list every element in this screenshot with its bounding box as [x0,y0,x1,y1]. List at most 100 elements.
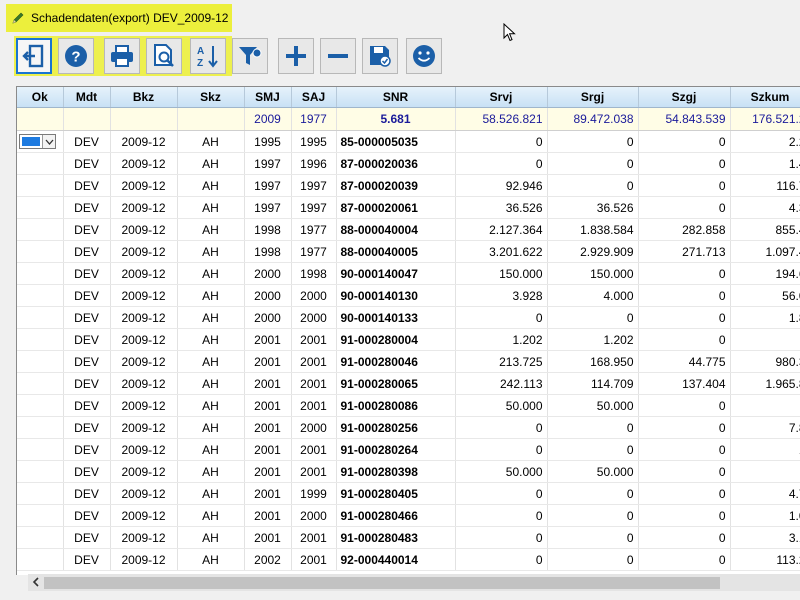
cell-smj[interactable]: 2001 [244,372,292,395]
table-row[interactable]: DEV 2009-12 AH 2000 1998 90-000140047 150.000 1… [17,262,800,285]
cell-skz[interactable]: AH [177,548,245,571]
help-button[interactable]: ? [58,38,94,74]
cell-szkum[interactable]: 116.7 [730,174,800,197]
table-row[interactable]: DEV2009-12AH2001200191-0002802640001 [17,438,800,461]
cell-mdt[interactable]: DEV [63,262,111,285]
cell-szkum[interactable]: 1.097.4 [730,240,800,263]
cell-szkum[interactable]: 1.8 [730,306,800,329]
cell-snr[interactable]: 91-000280046 [336,350,456,373]
cell-srvj[interactable]: 0 [455,130,548,153]
cell-srgj[interactable]: 150.000 [547,262,639,285]
ok-cell[interactable] [17,372,64,395]
column-header-saj[interactable]: SAJ [291,87,337,108]
cell-szkum[interactable] [730,460,800,483]
ok-cell[interactable] [17,482,64,505]
ok-cell[interactable] [17,504,64,527]
ok-cell[interactable] [17,438,64,461]
cell-mdt[interactable]: DEV [63,240,111,263]
column-header-snr[interactable]: SNR [336,87,456,108]
cell-srgj[interactable]: 50.000 [547,394,639,417]
cell-srgj[interactable]: 0 [547,306,639,329]
cell-szgj[interactable]: 0 [638,196,731,219]
cell-bkz[interactable]: 2009-12 [110,438,178,461]
cell-skz[interactable]: AH [177,482,245,505]
exit-button[interactable] [16,38,52,74]
cell-smj[interactable]: 1995 [244,130,292,153]
cell-saj[interactable]: 2001 [291,526,337,549]
ok-cell[interactable] [17,240,64,263]
cell-smj[interactable]: 2001 [244,504,292,527]
cell-srvj[interactable]: 50.000 [455,460,548,483]
table-row[interactable]: DEV 2009-12 AH 1997 1997 87-000020061 36.526 36… [17,196,800,219]
column-header-mdt[interactable]: Mdt [63,87,111,108]
cell-mdt[interactable]: DEV [63,394,111,417]
ok-cell[interactable] [17,218,64,241]
cell-snr[interactable]: 91-000280466 [336,504,456,527]
cell-saj[interactable]: 1995 [291,130,337,153]
cell-srgj[interactable]: 114.709 [547,372,639,395]
cell-snr[interactable]: 88-000040005 [336,240,456,263]
cell-saj[interactable]: 2001 [291,350,337,373]
table-row[interactable]: DEV2009-12AH1997199687-0000200360001.4 [17,152,800,175]
ok-cell[interactable] [17,284,64,307]
cell-smj[interactable]: 1998 [244,240,292,263]
cell-srvj[interactable]: 36.526 [455,196,548,219]
cell-smj[interactable]: 1997 [244,152,292,175]
cell-snr[interactable]: 87-000020039 [336,174,456,197]
save-button[interactable] [362,38,398,74]
cell-smj[interactable]: 2001 [244,482,292,505]
cell-szkum[interactable]: 113.2 [730,548,800,571]
cell-smj[interactable]: 1997 [244,196,292,219]
cell-snr[interactable]: 91-000280256 [336,416,456,439]
cell-szgj[interactable]: 0 [638,152,731,175]
cell-snr[interactable]: 87-000020036 [336,152,456,175]
cell-bkz[interactable]: 2009-12 [110,174,178,197]
cell-srvj[interactable]: 150.000 [455,262,548,285]
cell-mdt[interactable]: DEV [63,504,111,527]
cell-szgj[interactable]: 137.404 [638,372,731,395]
cell-srgj[interactable]: 0 [547,416,639,439]
cell-skz[interactable]: AH [177,130,245,153]
scrollbar-thumb[interactable] [44,577,720,589]
cell-skz[interactable]: AH [177,306,245,329]
cell-saj[interactable]: 2000 [291,504,337,527]
table-row[interactable]: DEV2009-12AH2002200192-000440014000113.2 [17,548,800,571]
cell-szgj[interactable]: 0 [638,438,731,461]
cell-bkz[interactable]: 2009-12 [110,526,178,549]
column-header-srgj[interactable]: Srgj [547,87,639,108]
ok-cell[interactable] [17,460,64,483]
cell-snr[interactable]: 91-000280004 [336,328,456,351]
cell-bkz[interactable]: 2009-12 [110,372,178,395]
cell-szgj[interactable]: 44.775 [638,350,731,373]
cell-skz[interactable]: AH [177,152,245,175]
table-row[interactable]: DEV 2009-12 AH 1998 1977 88-000040005 3.201.62… [17,240,800,263]
cell-szkum[interactable]: 2.2 [730,130,800,153]
scroll-left-arrow-icon[interactable] [31,576,41,588]
filter-button[interactable] [232,38,268,74]
cell-bkz[interactable]: 2009-12 [110,218,178,241]
cell-szgj[interactable]: 0 [638,328,731,351]
cell-skz[interactable]: AH [177,174,245,197]
cell-mdt[interactable]: DEV [63,482,111,505]
column-header-smj[interactable]: SMJ [244,87,292,108]
cell-szkum[interactable]: 1 [730,438,800,461]
cell-mdt[interactable]: DEV [63,152,111,175]
ok-cell[interactable] [17,196,64,219]
smiley-button[interactable] [406,38,442,74]
cell-bkz[interactable]: 2009-12 [110,328,178,351]
cell-srvj[interactable]: 50.000 [455,394,548,417]
cell-snr[interactable]: 91-000280264 [336,438,456,461]
cell-srgj[interactable]: 0 [547,152,639,175]
cell-szkum[interactable]: 56.0 [730,284,800,307]
cell-skz[interactable]: AH [177,196,245,219]
cell-szgj[interactable]: 0 [638,394,731,417]
cell-mdt[interactable]: DEV [63,196,111,219]
cell-srvj[interactable]: 0 [455,438,548,461]
cell-srgj[interactable]: 1.202 [547,328,639,351]
print-button[interactable] [104,38,140,74]
cell-szgj[interactable]: 0 [638,548,731,571]
cell-saj[interactable]: 2001 [291,460,337,483]
cell-bkz[interactable]: 2009-12 [110,130,178,153]
table-row[interactable]: DEV2009-12AH2001199991-0002804050004.7 [17,482,800,505]
cell-szgj[interactable]: 0 [638,130,731,153]
